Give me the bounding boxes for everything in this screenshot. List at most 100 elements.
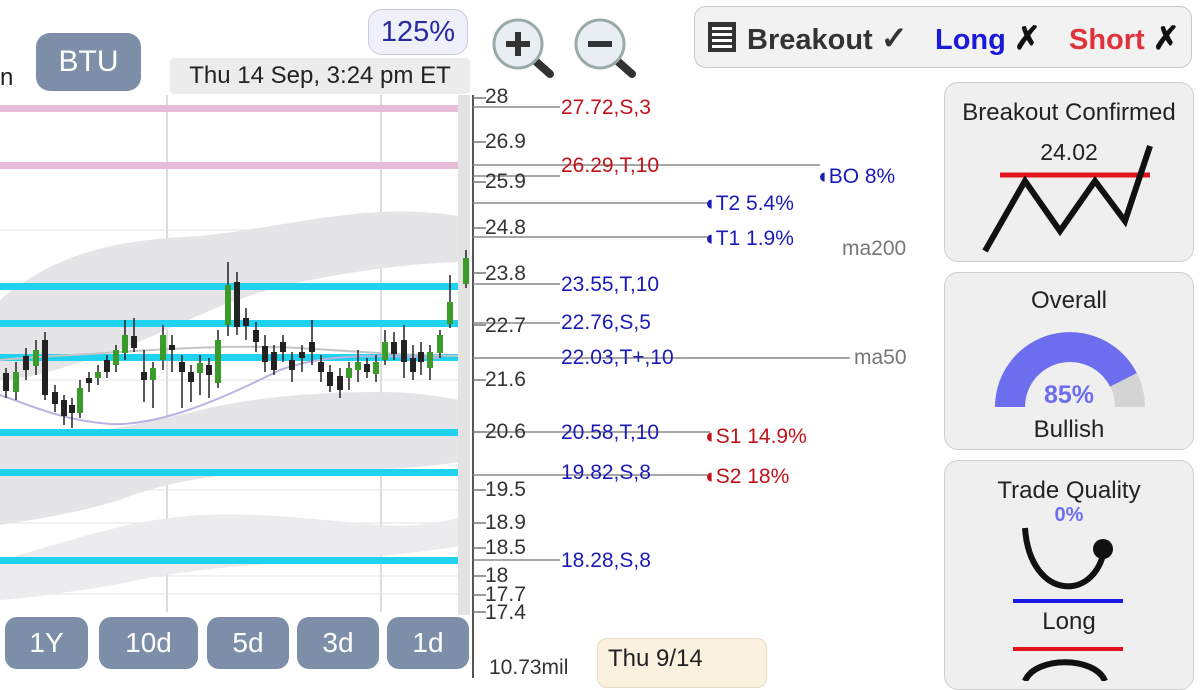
price-tick: 24.8 — [485, 216, 526, 239]
candle — [373, 362, 379, 374]
overall-sentiment: Bullish — [1033, 416, 1105, 443]
candle — [262, 346, 268, 362]
candle — [113, 350, 119, 365]
level-label: 19.82,S,8 — [561, 461, 651, 484]
candle — [86, 378, 92, 383]
candle — [179, 362, 185, 372]
range-button-1y[interactable]: 1Y — [5, 617, 88, 669]
candle — [104, 360, 110, 372]
trade-quality-title: Trade Quality — [997, 477, 1141, 504]
candle — [391, 342, 397, 354]
candle — [95, 372, 101, 378]
range-button-3d[interactable]: 3d — [297, 617, 379, 669]
price-tick: 25.9 — [485, 170, 526, 193]
candle — [234, 282, 240, 327]
candle — [13, 372, 19, 392]
timestamp: Thu 14 Sep, 3:24 pm ET — [170, 58, 470, 94]
level-label: 26.29,T,10 — [561, 154, 660, 177]
candle — [225, 285, 231, 325]
cross-icon: ✗ — [1152, 20, 1180, 56]
candle — [318, 362, 324, 372]
price-tick: 19.5 — [485, 478, 526, 501]
candle — [3, 373, 9, 391]
candle — [188, 372, 194, 382]
candle — [346, 368, 352, 378]
range-button-5d[interactable]: 5d — [207, 617, 289, 669]
zoom-level: 125% — [368, 9, 468, 55]
current-session-shade — [458, 95, 470, 615]
ma50-label: ma50 — [854, 346, 907, 369]
target-marker-s2[interactable]: ◖S2 18% — [703, 465, 789, 489]
trade-quality-direction: Long — [1042, 608, 1096, 635]
candle — [61, 400, 67, 416]
candle — [299, 352, 305, 358]
price-tick: 18.5 — [485, 536, 526, 559]
candle — [77, 388, 83, 413]
cut-off-label: n — [0, 64, 14, 91]
volume-label: 10.73mil — [489, 656, 569, 679]
candle — [355, 362, 361, 370]
price-tick: 26.9 — [485, 130, 526, 153]
ma200-label: ma200 — [842, 237, 907, 260]
range-button-1d[interactable]: 1d — [387, 617, 469, 669]
support-band — [0, 557, 458, 564]
candle — [271, 352, 277, 370]
check-icon: ✓ — [880, 20, 908, 56]
breakout-toggle[interactable]: Breakout ✓ — [747, 19, 908, 57]
long-toggle[interactable]: Long ✗ — [935, 19, 1041, 57]
target-marker-t2[interactable]: ◖T2 5.4% — [703, 192, 794, 216]
candle — [122, 335, 128, 353]
menu-icon[interactable] — [707, 21, 737, 53]
candle — [337, 376, 343, 390]
candle — [197, 363, 203, 373]
level-label: 20.58,T,10 — [561, 421, 660, 444]
candle — [206, 365, 212, 375]
breakout-chart-icon — [982, 145, 1153, 253]
candle — [327, 372, 333, 386]
candle — [382, 342, 388, 360]
candle — [141, 372, 147, 380]
level-label: 22.76,S,5 — [561, 311, 651, 334]
candle — [463, 258, 469, 284]
resistance-band — [0, 105, 458, 112]
trade-quality-curve-icon — [1013, 527, 1123, 603]
candle — [418, 352, 424, 362]
breakout-panel[interactable]: Breakout Confirmed 24.02 — [944, 82, 1194, 262]
target-marker-bo[interactable]: ◖BO 8% — [816, 165, 895, 189]
candle — [401, 340, 407, 362]
price-tick: 21.6 — [485, 368, 526, 391]
candle — [52, 392, 58, 404]
candle — [23, 356, 29, 370]
range-button-10d[interactable]: 10d — [99, 617, 198, 669]
overall-panel[interactable]: Overall 85% Bullish — [944, 272, 1194, 450]
overall-percent: 85% — [1043, 381, 1095, 409]
short-toggle[interactable]: Short ✗ — [1069, 19, 1180, 57]
candle — [364, 364, 370, 372]
candle — [289, 360, 295, 370]
price-chart[interactable] — [0, 0, 480, 678]
target-marker-t1[interactable]: ◖T1 1.9% — [703, 227, 794, 251]
zoom-in-icon[interactable] — [488, 14, 558, 84]
price-tick: 22.7 — [485, 314, 526, 337]
trade-quality-panel[interactable]: Trade Quality 0% Long — [944, 460, 1194, 690]
support-band — [0, 429, 458, 436]
candle — [410, 358, 416, 372]
overall-title: Overall — [1030, 287, 1108, 314]
zoom-out-icon[interactable] — [570, 14, 640, 84]
candle — [131, 336, 137, 348]
level-label: 27.72,S,3 — [561, 96, 651, 119]
candle — [253, 330, 259, 342]
price-tick: 28 — [485, 85, 509, 108]
target-marker-s1[interactable]: ◖S1 14.9% — [703, 425, 807, 449]
trade-quality-curve-long-icon — [1013, 647, 1123, 681]
candle — [309, 342, 315, 352]
signal-toolbar: Breakout ✓ Long ✗ Short ✗ — [694, 6, 1192, 68]
price-tick: 17.4 — [485, 601, 526, 624]
date-tooltip: Thu 9/14 — [597, 638, 767, 688]
level-label: 23.55,T,10 — [561, 273, 660, 296]
candle — [215, 340, 221, 383]
candle — [447, 302, 453, 324]
ticker-button[interactable]: BTU — [36, 33, 141, 91]
candle — [150, 368, 156, 380]
price-tick: 20.6 — [485, 420, 526, 443]
